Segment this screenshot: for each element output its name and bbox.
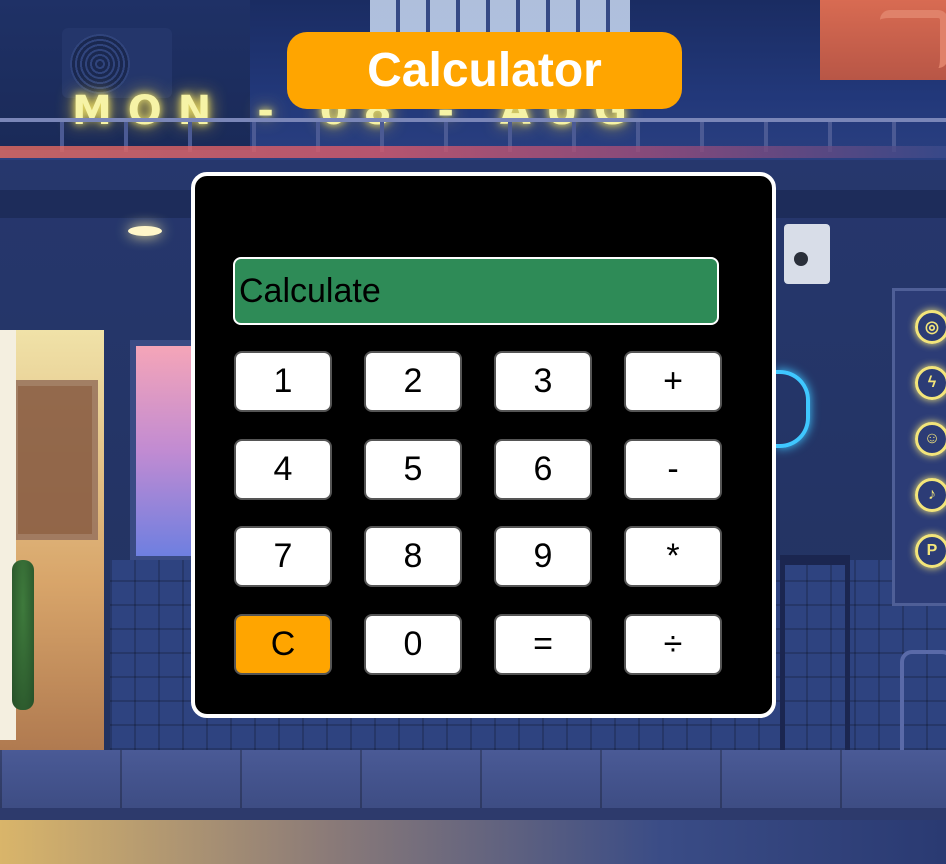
instagram-icon: ◎ bbox=[915, 310, 946, 344]
street bbox=[0, 820, 946, 864]
divide-button[interactable]: ÷ bbox=[624, 614, 722, 675]
pinterest-icon: P bbox=[915, 534, 946, 568]
page-title: Calculator bbox=[367, 44, 602, 97]
lightning-icon: ϟ bbox=[915, 366, 946, 400]
key-2-button[interactable]: 2 bbox=[364, 351, 462, 412]
key-9-button[interactable]: 9 bbox=[494, 526, 592, 587]
key-3-button[interactable]: 3 bbox=[494, 351, 592, 412]
subtract-button[interactable]: - bbox=[624, 439, 722, 500]
key-0-button[interactable]: 0 bbox=[364, 614, 462, 675]
reddit-icon: ☺ bbox=[915, 422, 946, 456]
key-1-button[interactable]: 1 bbox=[234, 351, 332, 412]
wall-speaker bbox=[784, 224, 830, 284]
equals-button[interactable]: = bbox=[494, 614, 592, 675]
photo-board bbox=[12, 380, 98, 540]
bar-stool bbox=[780, 555, 850, 765]
multiply-button[interactable]: * bbox=[624, 526, 722, 587]
upper-window bbox=[370, 0, 630, 32]
key-6-button[interactable]: 6 bbox=[494, 439, 592, 500]
clear-button[interactable]: C bbox=[234, 614, 332, 675]
title-banner: Calculator bbox=[287, 32, 682, 109]
add-button[interactable]: + bbox=[624, 351, 722, 412]
key-4-button[interactable]: 4 bbox=[234, 439, 332, 500]
pipe bbox=[880, 10, 946, 68]
key-7-button[interactable]: 7 bbox=[234, 526, 332, 587]
twitter-icon: ♪ bbox=[915, 478, 946, 512]
calculator-display[interactable] bbox=[233, 257, 719, 325]
key-5-button[interactable]: 5 bbox=[364, 439, 462, 500]
air-conditioner-fan-icon bbox=[70, 34, 130, 94]
ceiling-lamp bbox=[128, 226, 162, 236]
railing-glow bbox=[0, 146, 946, 158]
key-8-button[interactable]: 8 bbox=[364, 526, 462, 587]
plant bbox=[12, 560, 34, 710]
